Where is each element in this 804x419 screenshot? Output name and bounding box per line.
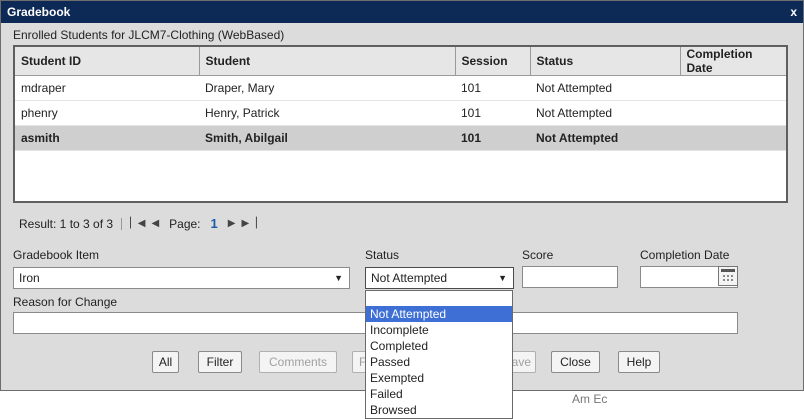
- col-header-session[interactable]: Session: [455, 47, 531, 76]
- result-count: Result: 1 to 3 of 3: [19, 216, 114, 231]
- col-header-completion-date[interactable]: Completion Date: [680, 47, 786, 76]
- status-select[interactable]: Not Attempted ▼: [365, 267, 514, 289]
- last-page-icon[interactable]: ▶▕: [241, 218, 256, 229]
- chevron-down-icon: ▼: [334, 273, 343, 283]
- gradebook-item-value: Iron: [19, 271, 40, 285]
- cell-status: Not Attempted: [530, 100, 680, 126]
- dropdown-spacer: [366, 291, 512, 306]
- cell-student: Henry, Patrick: [199, 100, 455, 126]
- col-header-student[interactable]: Student: [199, 47, 456, 76]
- status-option-passed[interactable]: Passed: [366, 354, 512, 370]
- cell-student: Draper, Mary: [199, 75, 455, 101]
- status-option-not-attempted[interactable]: Not Attempted: [366, 306, 512, 322]
- filter-button[interactable]: Filter: [198, 351, 242, 373]
- window-title: Gradebook: [7, 5, 71, 19]
- close-icon[interactable]: x: [790, 1, 797, 23]
- status-option-exempted[interactable]: Exempted: [366, 370, 512, 386]
- chevron-down-icon: ▼: [498, 273, 507, 283]
- table-row-selected[interactable]: asmith Smith, Abilgail 101 Not Attempted: [15, 125, 786, 151]
- score-label: Score: [522, 248, 554, 262]
- next-page-icon[interactable]: ▶: [228, 218, 236, 229]
- cell-status: Not Attempted: [530, 75, 680, 101]
- calendar-icon[interactable]: [718, 266, 738, 286]
- cell-session: 101: [455, 75, 530, 101]
- gradebook-dialog: Gradebook x Enrolled Students for JLCM7-…: [0, 0, 804, 419]
- page-number[interactable]: 1: [211, 216, 218, 231]
- comments-button[interactable]: Comments: [259, 351, 337, 373]
- status-option-browsed[interactable]: Browsed: [366, 402, 512, 418]
- status-value: Not Attempted: [371, 271, 448, 285]
- score-input[interactable]: [522, 266, 618, 288]
- enrolled-students-title: Enrolled Students for JLCM7-Clothing (We…: [13, 28, 285, 42]
- pager-divider: [121, 217, 123, 230]
- status-dropdown-list: Not Attempted Incomplete Completed Passe…: [365, 290, 513, 419]
- all-button[interactable]: All: [152, 351, 179, 373]
- status-option-incomplete[interactable]: Incomplete: [366, 322, 512, 338]
- cell-student-id: phenry: [15, 100, 199, 126]
- gradebook-item-label: Gradebook Item: [13, 248, 100, 262]
- completion-date-label: Completion Date: [640, 248, 730, 262]
- status-option-completed[interactable]: Completed: [366, 338, 512, 354]
- table-header-row: Student ID Student Session Status Comple…: [15, 47, 786, 76]
- col-header-status[interactable]: Status: [530, 47, 681, 76]
- table-row[interactable]: mdraper Draper, Mary 101 Not Attempted: [15, 75, 786, 101]
- cell-session: 101: [455, 125, 530, 151]
- cell-completion-date: [680, 100, 786, 126]
- cell-student-id: asmith: [15, 125, 199, 151]
- close-button[interactable]: Close: [551, 351, 600, 373]
- title-bar: Gradebook x: [1, 1, 803, 23]
- gradebook-item-select[interactable]: Iron ▼: [13, 267, 350, 289]
- first-page-icon[interactable]: ▏◀: [130, 218, 145, 229]
- page-label: Page:: [169, 216, 201, 231]
- col-header-student-id[interactable]: Student ID: [15, 47, 200, 76]
- pager: Result: 1 to 3 of 3 ▏◀ ◀ Page: 1 ▶ ▶▕: [19, 216, 263, 231]
- reason-label: Reason for Change: [13, 295, 118, 309]
- cell-completion-date: [680, 75, 786, 101]
- help-button[interactable]: Help: [618, 351, 660, 373]
- status-option-failed[interactable]: Failed: [366, 386, 512, 402]
- cell-student: Smith, Abilgail: [199, 125, 455, 151]
- cell-status: Not Attempted: [530, 125, 680, 151]
- cell-completion-date: [680, 125, 786, 151]
- students-grid: Student ID Student Session Status Comple…: [13, 45, 788, 203]
- prev-page-icon[interactable]: ◀: [151, 218, 159, 229]
- background-page-text: Am Ec: [572, 392, 608, 406]
- completion-date-input[interactable]: [640, 266, 738, 288]
- cell-student-id: mdraper: [15, 75, 199, 101]
- status-label: Status: [365, 248, 400, 262]
- cell-session: 101: [455, 100, 530, 126]
- table-row[interactable]: phenry Henry, Patrick 101 Not Attempted: [15, 100, 786, 126]
